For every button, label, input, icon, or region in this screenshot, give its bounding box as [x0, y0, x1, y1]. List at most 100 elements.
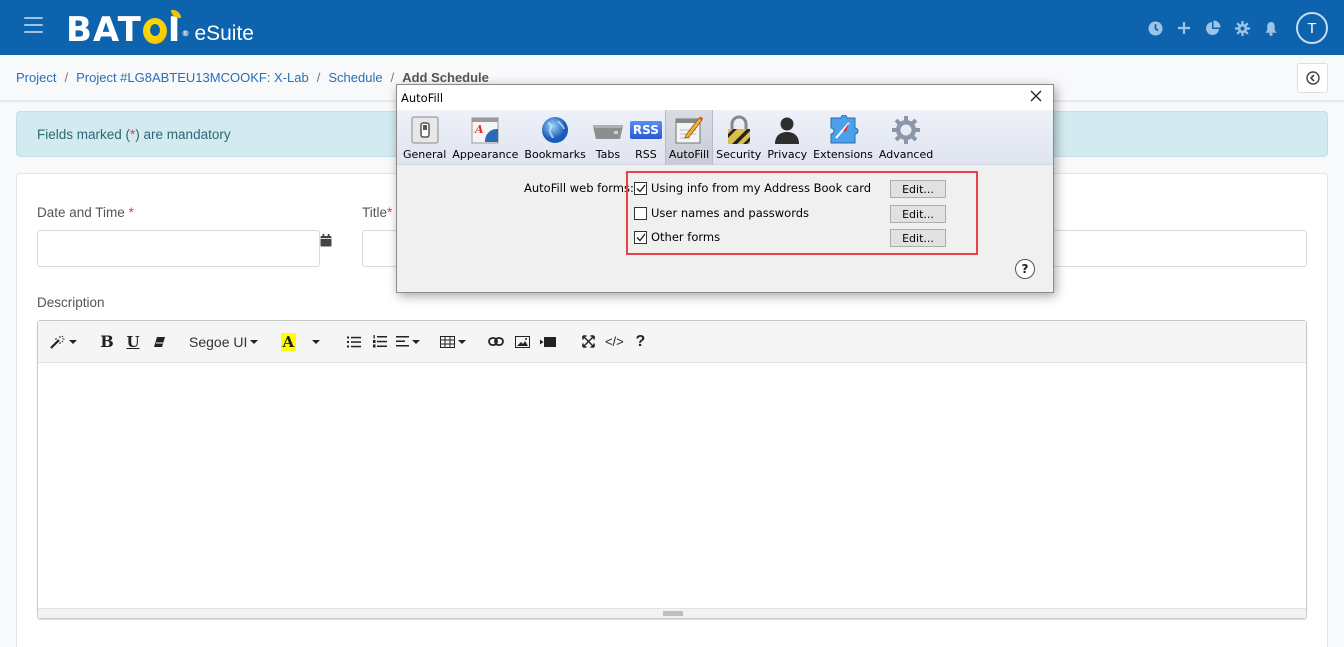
description-rich-text-editor: B U Segoe UI A </> ? [37, 320, 1307, 619]
option-other-forms[interactable]: Other forms [634, 230, 720, 244]
breadcrumb: Project / Project #LG8ABTEU13MCOOKF: X-L… [16, 70, 489, 85]
preferences-tab-bar: General A Appearance Bookmarks Tabs RSS … [397, 110, 1053, 165]
batoi-logo[interactable]: BAT I ® eSuite [66, 8, 254, 48]
breadcrumb-current: Add Schedule [402, 70, 489, 85]
autofill-preferences-dialog: AutoFill General A Appearance Bookmarks … [396, 84, 1054, 293]
breadcrumb-project[interactable]: Project [16, 70, 56, 85]
ordered-list-button[interactable] [367, 327, 393, 357]
magic-wand-button[interactable] [47, 327, 80, 357]
code-view-button[interactable]: </> [601, 327, 627, 357]
breadcrumb-schedule[interactable]: Schedule [328, 70, 382, 85]
tab-appearance[interactable]: A Appearance [449, 110, 521, 165]
numbered-list-icon [373, 335, 388, 348]
option-address-book[interactable]: Using info from my Address Book card [634, 181, 871, 195]
tab-security[interactable]: Security [713, 110, 764, 165]
option-usernames-passwords[interactable]: User names and passwords [634, 206, 809, 220]
tab-privacy[interactable]: Privacy [764, 110, 810, 165]
back-button[interactable] [1297, 63, 1328, 93]
tab-autofill[interactable]: AutoFill [664, 110, 714, 165]
underline-button[interactable]: U [120, 327, 146, 357]
highlight-color-button[interactable]: A [275, 327, 301, 357]
table-icon [440, 335, 456, 348]
code-icon: </> [604, 334, 624, 349]
chevron-left-circle-icon [1305, 71, 1320, 85]
unordered-list-button[interactable] [341, 327, 367, 357]
user-avatar[interactable]: T [1296, 12, 1328, 44]
appearance-icon: A [469, 114, 501, 146]
logo-mark: BAT I ® [66, 10, 191, 50]
editor-content-area[interactable] [38, 363, 1306, 609]
align-left-icon [396, 336, 410, 347]
puzzle-compass-icon [827, 114, 859, 146]
pie-chart-icon[interactable] [1205, 20, 1221, 36]
magic-wand-icon [50, 335, 65, 349]
gear-icon[interactable] [1234, 20, 1250, 36]
tab-bookmarks[interactable]: Bookmarks [521, 110, 588, 165]
editor-resize-bar[interactable] [38, 608, 1306, 618]
calendar-icon[interactable] [320, 234, 332, 247]
video-icon [540, 336, 557, 347]
dialog-titlebar: AutoFill [397, 85, 1053, 110]
bell-icon[interactable] [1263, 20, 1279, 36]
edit-usernames-passwords-button[interactable]: Edit... [890, 205, 946, 223]
eraser-button[interactable] [146, 327, 172, 357]
title-label: Title* [362, 205, 393, 220]
tab-extensions[interactable]: Extensions [810, 110, 876, 165]
tab-advanced[interactable]: Advanced [876, 110, 936, 165]
description-label: Description [37, 295, 105, 310]
fullscreen-button[interactable] [575, 327, 601, 357]
autofill-pencil-icon [673, 114, 705, 146]
dialog-help-button[interactable]: ? [1015, 259, 1035, 279]
usernames-passwords-checkbox[interactable] [634, 206, 647, 220]
menu-toggle-icon[interactable] [24, 17, 43, 33]
editor-toolbar: B U Segoe UI A </> ? [38, 321, 1306, 363]
table-dropdown-button[interactable] [437, 327, 469, 357]
tab-tabs[interactable]: Tabs [589, 110, 627, 165]
lock-icon [723, 114, 755, 146]
logo-suffix: eSuite [194, 22, 254, 45]
date-time-input[interactable] [37, 230, 320, 267]
autofill-web-forms-label: AutoFill web forms: [524, 181, 634, 195]
rss-icon: RSS [629, 114, 662, 146]
expand-icon [582, 335, 595, 348]
svg-text:A: A [474, 123, 484, 136]
top-navbar: BAT I ® eSuite T [0, 0, 1344, 55]
image-icon [514, 335, 530, 348]
eraser-icon [153, 336, 165, 347]
gear-icon [890, 114, 922, 146]
person-icon [771, 114, 803, 146]
breadcrumb-separator: / [64, 70, 69, 85]
address-book-checkbox[interactable] [634, 181, 647, 195]
globe-icon [539, 114, 571, 146]
edit-address-book-button[interactable]: Edit... [890, 180, 946, 198]
breadcrumb-separator: / [390, 70, 395, 85]
date-time-label: Date and Time * [37, 205, 134, 220]
image-button[interactable] [509, 327, 535, 357]
text-highlight-icon: A [280, 332, 297, 351]
edit-other-forms-button[interactable]: Edit... [890, 229, 946, 247]
other-forms-checkbox[interactable] [634, 230, 647, 244]
resize-handle-icon[interactable] [663, 611, 683, 616]
bullet-list-icon [347, 336, 362, 347]
close-icon[interactable] [1029, 89, 1043, 103]
align-dropdown-button[interactable] [393, 327, 423, 357]
dialog-title: AutoFill [401, 91, 444, 105]
tab-general[interactable]: General [400, 110, 449, 165]
plus-icon[interactable] [1176, 20, 1192, 36]
checkmark-icon [636, 233, 646, 242]
tab-rss[interactable]: RSS RSS [627, 110, 665, 165]
checkmark-icon [636, 184, 646, 193]
clock-icon[interactable] [1147, 20, 1163, 36]
breadcrumb-project-detail[interactable]: Project #LG8ABTEU13MCOOKF: X-Lab [76, 70, 309, 85]
link-button[interactable] [483, 327, 509, 357]
video-button[interactable] [535, 327, 561, 357]
bold-button[interactable]: B [94, 327, 120, 357]
general-switch-icon [409, 114, 441, 146]
link-icon [488, 337, 505, 346]
tabs-icon [592, 114, 624, 146]
help-button[interactable]: ? [627, 327, 653, 357]
question-icon: ? [635, 332, 646, 350]
breadcrumb-separator: / [316, 70, 321, 85]
color-dropdown-button[interactable] [301, 327, 327, 357]
font-family-dropdown[interactable]: Segoe UI [186, 327, 261, 357]
